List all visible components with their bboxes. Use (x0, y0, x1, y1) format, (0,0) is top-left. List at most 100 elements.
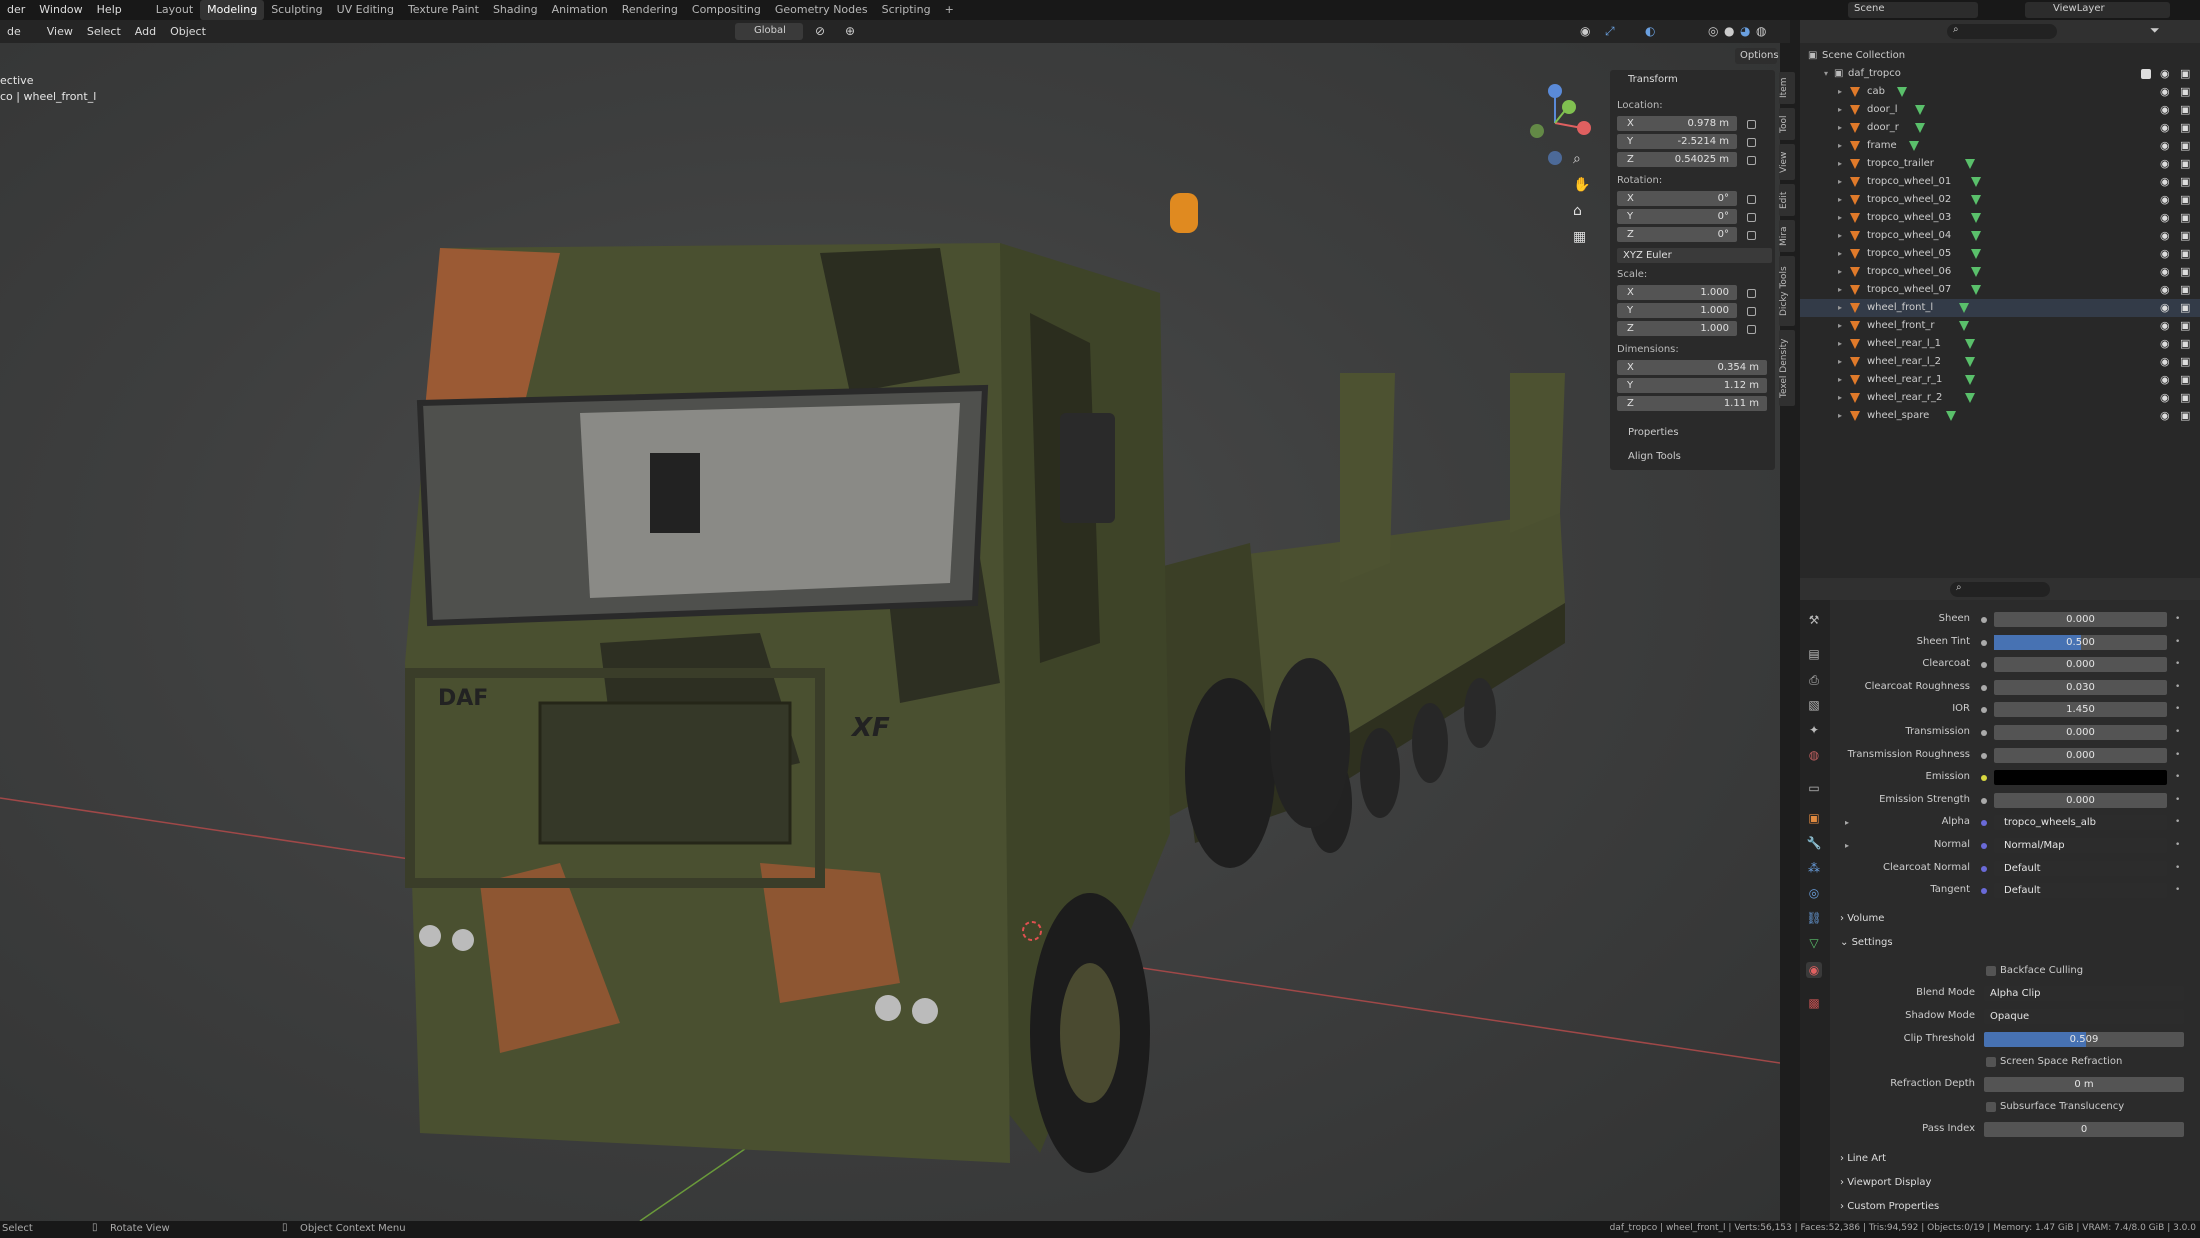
snap-icon[interactable]: ⊕ (845, 24, 855, 38)
dimensions-z-field[interactable]: Z 1.11 m (1617, 396, 1767, 411)
camera-icon[interactable]: ▣ (2180, 281, 2190, 299)
lock-icon[interactable] (1747, 195, 1756, 204)
tab-modeling[interactable]: Modeling (200, 0, 265, 20)
expand-icon[interactable]: ▸ (1838, 209, 1842, 227)
property-field[interactable]: tropco_wheels_alb (1994, 815, 2167, 831)
expand-icon[interactable]: ▸ (1838, 245, 1842, 263)
eye-icon[interactable]: ◉ (2160, 335, 2170, 353)
expand-icon[interactable]: ▸ (1838, 317, 1842, 335)
sss-checkbox[interactable] (1986, 1102, 1996, 1112)
eye-icon[interactable]: ◉ (2160, 173, 2170, 191)
keyframe-icon[interactable]: • (2175, 637, 2180, 647)
collection-tab-icon[interactable]: ▭ (1806, 780, 1822, 796)
world-tab-icon[interactable]: ◍ (1806, 747, 1822, 763)
expand-icon[interactable]: ▸ (1838, 83, 1842, 101)
keyframe-icon[interactable]: • (2175, 772, 2180, 782)
outliner-item[interactable]: ▸ tropco_wheel_05 ◉ ▣ (1800, 245, 2200, 263)
eye-icon[interactable]: ◉ (2160, 281, 2170, 299)
tab-item[interactable]: Item (1779, 72, 1795, 104)
outliner-item[interactable]: ▸ wheel_rear_l_1 ◉ ▣ (1800, 335, 2200, 353)
lock-icon[interactable] (1747, 120, 1756, 129)
rendered-shading-icon[interactable]: ◍ (1756, 24, 1766, 38)
pivot-icon[interactable]: ⊘ (815, 24, 825, 38)
wireframe-shading-icon[interactable]: ◎ (1708, 24, 1718, 38)
tab-texel-density[interactable]: Texel Density (1779, 330, 1795, 406)
outliner-item[interactable]: ▸ tropco_wheel_01 ◉ ▣ (1800, 173, 2200, 191)
tab-uv-editing[interactable]: UV Editing (330, 0, 401, 20)
align-tools-subpanel[interactable]: Align Tools (1628, 451, 1681, 462)
physics-tab-icon[interactable]: ◎ (1806, 885, 1822, 901)
scale-z-field[interactable]: Z 1.000 (1617, 321, 1737, 336)
tab-edit[interactable]: Edit (1779, 184, 1795, 216)
eye-icon[interactable]: ◉ (2160, 101, 2170, 119)
expand-icon[interactable]: ▸ (1838, 353, 1842, 371)
property-field[interactable]: 0.000 (1994, 792, 2167, 808)
zoom-icon[interactable]: ⌕ (1573, 151, 1581, 167)
expand-icon[interactable]: ▸ (1845, 841, 1849, 850)
camera-icon[interactable]: ▣ (2180, 371, 2190, 389)
rotation-z-field[interactable]: Z 0° (1617, 227, 1737, 242)
lock-icon[interactable] (1747, 213, 1756, 222)
socket-icon[interactable] (1981, 752, 1987, 759)
expand-icon[interactable]: ▸ (1838, 281, 1842, 299)
ortho-icon[interactable]: ▦ (1573, 229, 1586, 245)
outliner-item[interactable]: ▸ cab ◉ ▣ (1800, 83, 2200, 101)
socket-icon[interactable] (1981, 797, 1987, 804)
socket-icon[interactable] (1981, 684, 1987, 691)
camera-icon[interactable]: ▣ (2180, 245, 2190, 263)
rotation-mode-dropdown[interactable]: XYZ Euler (1617, 248, 1772, 263)
menu-add[interactable]: Add (128, 22, 163, 42)
outliner-item[interactable]: ▸ tropco_wheel_04 ◉ ▣ (1800, 227, 2200, 245)
menu-window[interactable]: Window (32, 0, 89, 20)
object-tab-icon[interactable]: ▣ (1806, 810, 1822, 826)
scene-selector[interactable]: Scene (1848, 2, 1978, 18)
tab-layout[interactable]: Layout (149, 0, 200, 20)
backface-culling-checkbox[interactable] (1986, 966, 1996, 976)
refraction-depth-field[interactable]: 0 m (1984, 1077, 2184, 1092)
render-tab-icon[interactable]: ▤ (1806, 646, 1822, 662)
property-field[interactable]: 0.000 (1994, 747, 2167, 763)
options-button[interactable]: Options (1735, 48, 1779, 64)
menu-object[interactable]: Object (163, 22, 213, 42)
scene-collection-row[interactable]: ▣ Scene Collection (1800, 47, 2200, 65)
menu-view[interactable]: View (40, 22, 80, 42)
keyframe-icon[interactable]: • (2175, 885, 2180, 895)
property-field[interactable]: Default (1994, 883, 2167, 899)
expand-icon[interactable]: ▸ (1845, 818, 1849, 827)
socket-icon[interactable] (1981, 843, 1987, 849)
outliner-search-input[interactable]: ⌕ (1947, 24, 2057, 39)
eye-icon[interactable]: ◉ (2160, 263, 2170, 281)
dimensions-y-field[interactable]: Y 1.12 m (1617, 378, 1767, 393)
outliner-item[interactable]: ▸ wheel_front_l ◉ ▣ (1800, 299, 2200, 317)
expand-icon[interactable]: ▸ (1838, 389, 1842, 407)
camera-icon[interactable]: ▣ (2180, 335, 2190, 353)
expand-icon[interactable]: ▾ (1824, 65, 1828, 83)
outliner-item[interactable]: ▸ tropco_wheel_06 ◉ ▣ (1800, 263, 2200, 281)
outliner-item[interactable]: ▸ wheel_rear_r_2 ◉ ▣ (1800, 389, 2200, 407)
menu-help[interactable]: Help (90, 0, 129, 20)
tab-mira[interactable]: Mira (1779, 220, 1795, 252)
tab-dicky-tools[interactable]: Dicky Tools (1779, 256, 1795, 326)
material-tab-icon[interactable]: ◉ (1806, 962, 1822, 978)
filter-icon[interactable]: ⏷ (2150, 23, 2160, 38)
dimensions-x-field[interactable]: X 0.354 m (1617, 360, 1767, 375)
location-x-field[interactable]: X 0.978 m (1617, 116, 1737, 131)
eye-icon[interactable]: ◉ (2160, 299, 2170, 317)
property-field[interactable]: Normal/Map (1994, 838, 2167, 853)
solid-shading-icon[interactable]: ● (1724, 24, 1734, 38)
expand-icon[interactable]: ▸ (1838, 119, 1842, 137)
expand-icon[interactable]: ▸ (1838, 137, 1842, 155)
keyframe-icon[interactable]: • (2175, 659, 2180, 669)
scene-tab-icon[interactable]: ✦ (1806, 722, 1822, 738)
camera-icon[interactable]: ▣ (2180, 317, 2190, 335)
outliner-item[interactable]: ▸ wheel_rear_r_1 ◉ ▣ (1800, 371, 2200, 389)
texture-tab-icon[interactable]: ▩ (1806, 995, 1822, 1011)
tab-rendering[interactable]: Rendering (615, 0, 685, 20)
keyframe-icon[interactable]: • (2175, 727, 2180, 737)
camera-icon[interactable]: ▣ (2180, 407, 2190, 425)
orientation-dropdown[interactable]: Global (735, 23, 803, 40)
eye-icon[interactable]: ◉ (2160, 371, 2170, 389)
collection-row[interactable]: ▾ ▣ daf_tropco ◉ ▣ (1800, 65, 2200, 83)
outliner-item[interactable]: ▸ wheel_rear_l_2 ◉ ▣ (1800, 353, 2200, 371)
camera-icon[interactable]: ▣ (2180, 119, 2190, 137)
